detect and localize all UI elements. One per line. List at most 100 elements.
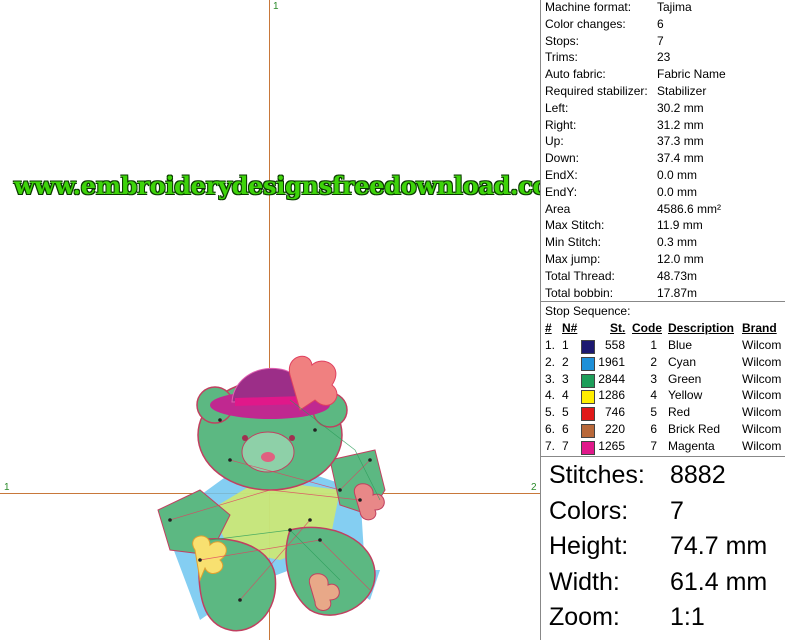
row-code: 5	[650, 405, 657, 420]
summary-key: Width:	[549, 567, 620, 596]
summary-value: 8882	[670, 461, 726, 489]
row-description: Green	[668, 371, 702, 386]
summary-value: 61.4 mm	[670, 567, 768, 596]
row-stitches: 220	[604, 422, 625, 436]
table-row[interactable]: 1. 1 558 1 Blue Wilcom	[541, 338, 785, 355]
header-brand: Brand	[742, 321, 777, 335]
info-value: 30.2 mm	[657, 100, 704, 115]
row-stitches: 1961	[598, 354, 625, 369]
row-stitches: 2844	[598, 371, 625, 386]
info-value: 37.3 mm	[657, 134, 704, 149]
row-brand: Wilcom	[742, 371, 782, 386]
row-brand: Wilcom	[742, 422, 782, 436]
row-n: 4	[562, 388, 569, 403]
color-swatch	[581, 356, 595, 371]
row-num: 3.	[545, 371, 556, 386]
row-num: 1.	[545, 338, 556, 352]
design-canvas[interactable]: 1 1 2 www.embroiderydesignsfreedownload.…	[0, 0, 540, 640]
row-brand: Wilcom	[742, 405, 782, 420]
row-code: 3	[650, 371, 657, 386]
row-description: Cyan	[668, 354, 697, 369]
row-num: 4.	[545, 388, 556, 403]
summary-value: 7	[670, 496, 684, 525]
row-code: 6	[650, 422, 657, 436]
row-stitches: 746	[604, 405, 625, 420]
color-swatch	[581, 407, 595, 422]
info-value: 31.2 mm	[657, 117, 704, 132]
info-key: Max jump:	[545, 252, 601, 266]
row-description: Magenta	[668, 438, 715, 453]
axis-label-right: 2	[531, 482, 537, 493]
info-key: Stops:	[545, 33, 580, 48]
teddy-bear-embroidery	[157, 355, 386, 632]
info-value: 37.4 mm	[657, 151, 704, 166]
info-key: Color changes:	[545, 16, 626, 31]
info-key: Total Thread:	[545, 268, 615, 283]
summary-value: 74.7 mm	[670, 532, 768, 560]
info-value: 12.0 mm	[657, 252, 704, 266]
table-row[interactable]: 5. 5 746 5 Red Wilcom	[541, 405, 785, 422]
info-value: 6	[657, 16, 664, 31]
row-description: Blue	[668, 338, 693, 352]
info-key: Right:	[545, 117, 577, 132]
info-value: Fabric Name	[657, 67, 726, 82]
table-row[interactable]: 3. 3 2844 3 Green Wilcom	[541, 372, 785, 389]
row-code: 4	[650, 388, 657, 403]
info-key: EndY:	[545, 184, 578, 199]
header-code: Code	[632, 321, 662, 335]
row-num: 5.	[545, 405, 556, 420]
info-value: Stabilizer	[657, 84, 707, 98]
info-value: 11.9 mm	[657, 218, 703, 233]
row-num: 6.	[545, 422, 556, 436]
info-key: Total bobbin:	[545, 285, 614, 300]
row-n: 2	[562, 354, 569, 369]
info-value: 23	[657, 50, 671, 65]
info-value: 0.0 mm	[657, 184, 698, 199]
info-value: 17.87m	[657, 285, 698, 300]
header-st: St.	[610, 321, 626, 335]
row-description: Red	[668, 405, 691, 420]
row-n: 1	[562, 338, 569, 352]
info-key: Machine format:	[545, 0, 632, 14]
summary-key: Colors:	[549, 496, 629, 525]
row-n: 6	[562, 422, 569, 436]
row-num: 2.	[545, 354, 556, 369]
row-stitches: 1265	[598, 438, 625, 453]
row-n: 5	[562, 405, 569, 420]
info-key: Down:	[545, 151, 580, 166]
info-value: 4586.6 mm²	[657, 201, 722, 216]
row-description: Yellow	[668, 388, 703, 403]
info-key: Min Stitch:	[545, 235, 602, 250]
row-brand: Wilcom	[742, 354, 782, 369]
summary-key: Stitches:	[549, 461, 645, 489]
info-key: Trims:	[545, 50, 578, 65]
header-n: N#	[562, 321, 578, 335]
summary-value: 1:1	[670, 603, 705, 631]
row-brand: Wilcom	[742, 438, 782, 453]
info-key: Required stabilizer:	[545, 84, 648, 98]
row-stitches: 1286	[598, 388, 625, 403]
row-n: 3	[562, 371, 569, 386]
info-separator	[541, 301, 785, 302]
row-code: 1	[650, 338, 657, 352]
info-key: Left:	[545, 100, 569, 115]
table-row[interactable]: 6. 6 220 6 Brick Red Wilcom	[541, 422, 785, 439]
info-value: 48.73m	[657, 268, 698, 283]
watermark-text: www.embroiderydesignsfreedownload.com	[14, 171, 540, 200]
axis-label-top: 1	[273, 1, 279, 12]
row-description: Brick Red	[668, 422, 721, 436]
info-value: 0.0 mm	[657, 168, 698, 182]
design-info-panel: Machine format: Tajima Color changes: 6 Stop…	[540, 0, 785, 640]
info-key: Max Stitch:	[545, 218, 605, 233]
color-swatch	[581, 390, 595, 405]
summary-box: Stitches: 8882 Colors: 7 Height: 74.7 mm Width…	[541, 456, 785, 641]
row-stitches: 558	[604, 338, 625, 352]
table-row[interactable]: 7. 7 1265 7 Magenta Wilcom	[541, 439, 785, 456]
row-n: 7	[562, 438, 569, 453]
table-row[interactable]: 2. 2 1961 2 Cyan Wilcom	[541, 355, 785, 372]
row-num: 7.	[545, 438, 556, 453]
table-row[interactable]: 4. 4 1286 4 Yellow Wilcom	[541, 388, 785, 405]
header-description: Description	[668, 321, 735, 335]
color-swatch	[581, 424, 595, 438]
info-value: 0.3 mm	[657, 235, 698, 250]
